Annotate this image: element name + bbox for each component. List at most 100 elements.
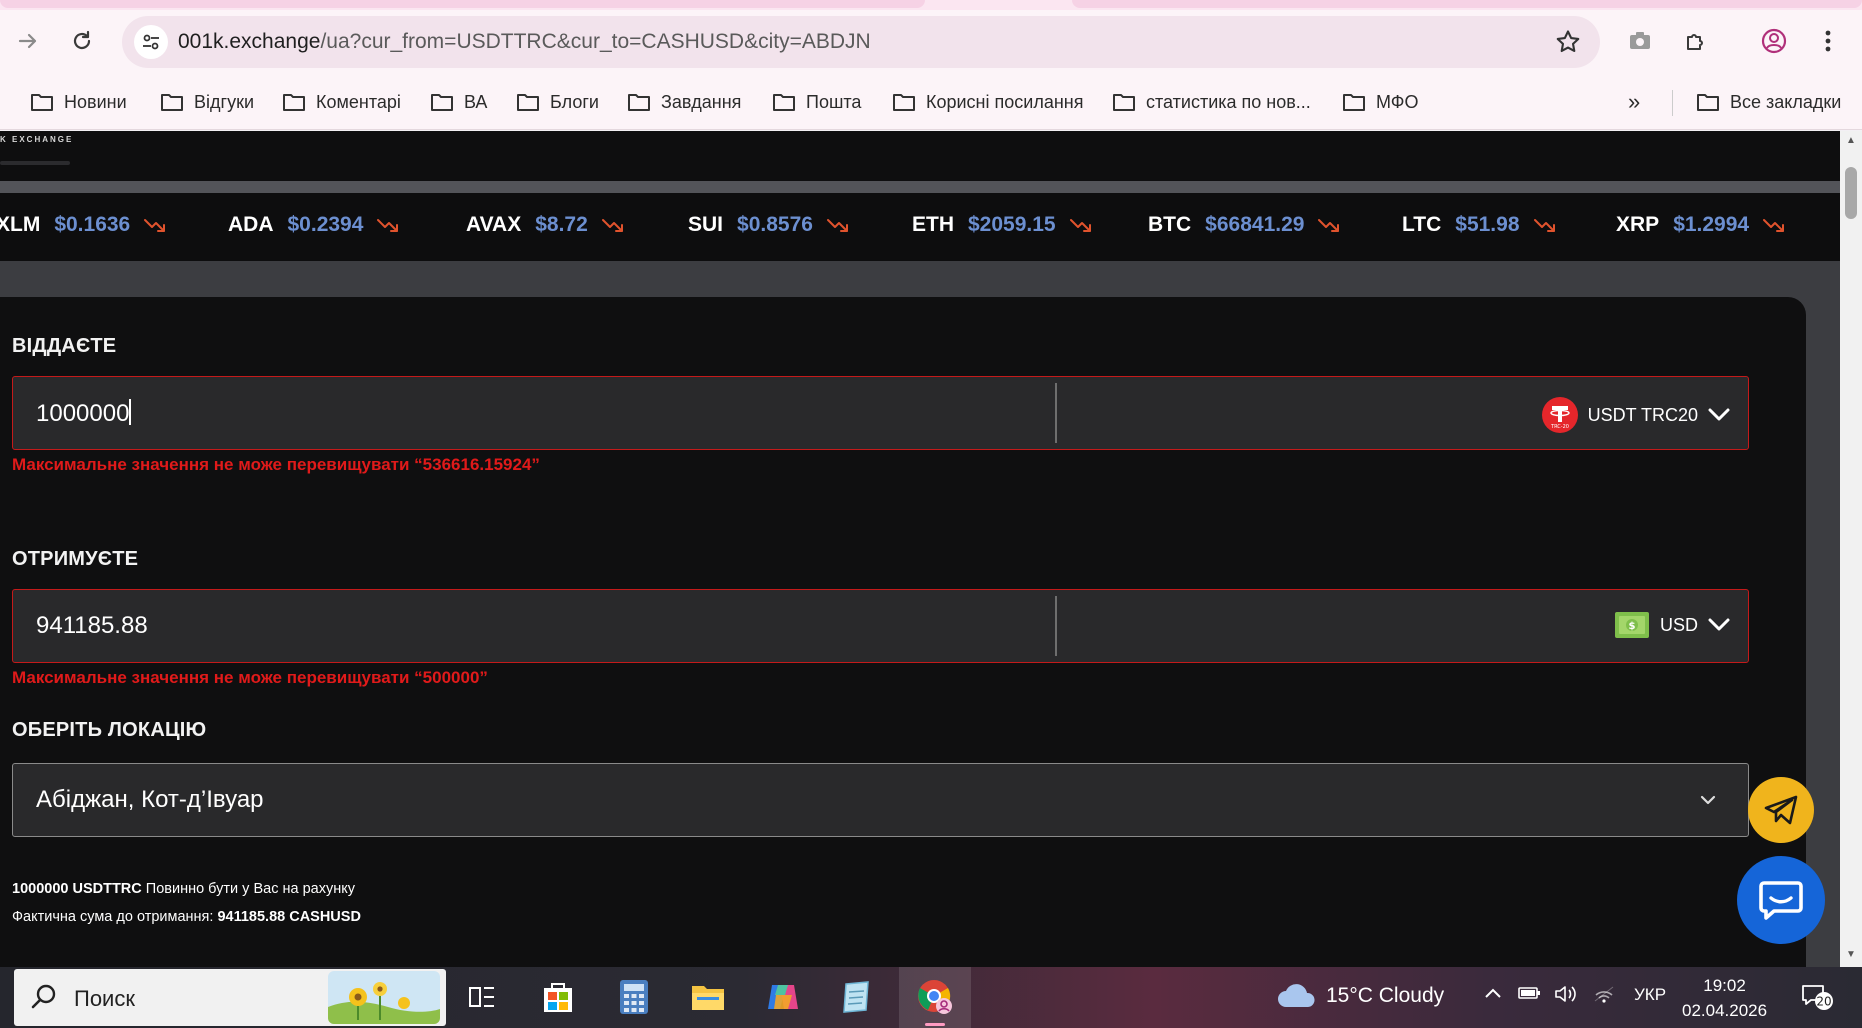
reload-icon[interactable] [64,23,100,59]
clock-date: 02.04.2026 [1682,1001,1768,1020]
wifi-icon[interactable] [1592,985,1616,1008]
extensions-icon[interactable] [1678,23,1714,59]
ticker-price: $0.1636 [54,213,131,236]
taskbar-search-box[interactable]: Поиск [14,969,446,1026]
location-value: Абіджан, Кот-д’Івуар [36,786,264,813]
copilot-icon[interactable] [760,975,804,1019]
bookmark-folder[interactable]: Корисні посилання [892,86,1083,118]
receive-currency-label: USD [1659,614,1698,635]
weather-widget[interactable]: 15°C Cloudy [1276,983,1444,1009]
system-clock[interactable]: 19:02 02.04.2026 [1682,973,1767,1023]
give-amount-value: 1000000 [36,400,130,427]
battery-icon[interactable] [1518,985,1542,1006]
bookmark-folder[interactable]: Коментарі [282,86,401,118]
ticker-symbol: SUI [688,213,724,236]
chat-bubble-icon [1759,881,1803,920]
address-bar[interactable]: 001k.exchange/ua?cur_from=USDTTRC&cur_to… [122,16,1600,68]
notepad-icon[interactable] [834,975,878,1019]
bookmark-label: МФО [1376,91,1419,112]
bookmark-folder[interactable]: статистика по нов... [1112,86,1311,118]
tab-strip [0,0,1862,10]
trend-down-icon [1533,219,1555,232]
bookmark-folder[interactable]: Блоги [516,86,599,118]
ticker-item: BTC $66841.29 [1148,213,1340,237]
receive-currency-select[interactable]: $ USD [1614,610,1730,640]
give-label: ВІДДАЄТЕ [12,335,117,357]
all-bookmarks-folder[interactable]: Все закладки [1696,86,1841,118]
ticker-symbol: AVAX [466,213,522,236]
inactive-tab[interactable] [1072,0,1862,8]
bookmark-label: Коментарі [316,91,401,112]
site-logo[interactable]: K EXCHANGE [0,135,73,144]
bookmark-folder[interactable]: Відгуки [160,86,254,118]
field-separator [1055,596,1057,656]
bookmark-folder[interactable]: ВА [430,86,487,118]
receive-amount-input[interactable]: 941185.88 [36,612,148,640]
ticker-symbol: BTC [1148,213,1192,236]
site-settings-icon[interactable] [134,25,168,59]
bookmark-folder[interactable]: Завдання [627,86,741,118]
usdt-icon-label: TRC-20 [1550,424,1569,430]
camera-icon[interactable] [1622,23,1658,59]
ticker-symbol: ETH [912,213,954,236]
trend-down-icon [377,219,399,232]
trend-down-icon [1318,219,1340,232]
ticker-item: XLM $0.1636 [0,213,166,237]
trend-down-icon [1763,219,1785,232]
ticker-item: ETH $2059.15 [912,213,1092,237]
url-text: 001k.exchange/ua?cur_from=USDTTRC&cur_to… [178,30,871,54]
give-amount-input[interactable]: 1000000 [36,399,132,428]
menu-icon[interactable] [1810,23,1846,59]
header-divider [0,181,1840,193]
trend-down-icon [1069,219,1091,232]
summary-prefix: Фактична сума до отримання: [12,909,218,925]
notification-center-icon[interactable]: 20 [1800,983,1834,1011]
ticker-symbol: XLM [0,213,41,236]
scroll-up-arrow-icon[interactable]: ▲ [1845,135,1857,147]
all-bookmarks-label: Все закладки [1730,91,1842,112]
bookmark-star-icon[interactable] [1554,28,1582,56]
give-currency-select[interactable]: TRC-20 USDT TRC20 [1541,397,1730,433]
forward-icon[interactable] [10,23,46,59]
input-language-indicator[interactable]: УКР [1634,985,1666,1005]
telegram-icon [1764,795,1798,825]
summary-note: Повинно бути у Вас на рахунку [141,881,355,897]
scroll-down-arrow-icon[interactable]: ▼ [1845,949,1857,961]
trend-down-icon [826,219,848,232]
ticker-item: ADA $0.2394 [228,213,399,237]
give-currency-label: USDT TRC20 [1587,404,1698,425]
more-bookmarks-button[interactable]: » [1628,86,1640,118]
inactive-tab[interactable] [0,0,925,8]
telegram-button[interactable] [1748,777,1814,843]
bookmarks-bar: Новини Відгуки Коментарі ВА Блоги Завдан… [0,76,1862,130]
url-path: /ua?cur_from=USDTTRC&cur_to=CASHUSD&city… [320,30,871,53]
live-chat-button[interactable] [1737,856,1825,944]
bookmark-label: Пошта [806,91,862,112]
location-select[interactable]: Абіджан, Кот-д’Івуар [12,763,1749,837]
volume-icon[interactable] [1554,985,1578,1008]
file-explorer-icon[interactable] [686,975,730,1019]
page-scrollbar[interactable]: ▲ ▼ [1840,131,1862,967]
give-amount-field[interactable]: 1000000 TRC-20 USDT TRC20 [12,376,1749,450]
cash-dollar-icon: $ [1614,612,1649,638]
bookmark-folder[interactable]: Пошта [772,86,861,118]
folder-icon [1342,92,1366,112]
profile-icon[interactable] [1756,23,1792,59]
ticker-item: LTC $51.98 [1402,213,1556,237]
task-view-icon[interactable] [460,975,504,1019]
bookmark-folder[interactable]: Новини [30,86,127,118]
receive-amount-field[interactable]: 941185.88 $ USD [12,589,1749,663]
folder-icon [160,92,184,112]
bookmark-folder[interactable]: МФО [1342,86,1418,118]
chrome-icon[interactable] [913,975,957,1019]
weather-text: 15°C Cloudy [1326,984,1445,1007]
show-hidden-icons-chevron-icon[interactable] [1484,985,1502,1005]
web-page: K EXCHANGE XLM $0.1636 ADA $0.2394 AVAX $8.… [0,131,1840,967]
folder-icon [1112,92,1136,112]
bookmark-label: Блоги [550,91,599,112]
microsoft-store-icon[interactable] [536,975,580,1019]
scroll-thumb[interactable] [1845,167,1857,219]
calculator-icon[interactable] [612,975,656,1019]
more-bookmarks-label: » [1628,89,1641,114]
ticker-price: $1.2994 [1673,213,1750,236]
